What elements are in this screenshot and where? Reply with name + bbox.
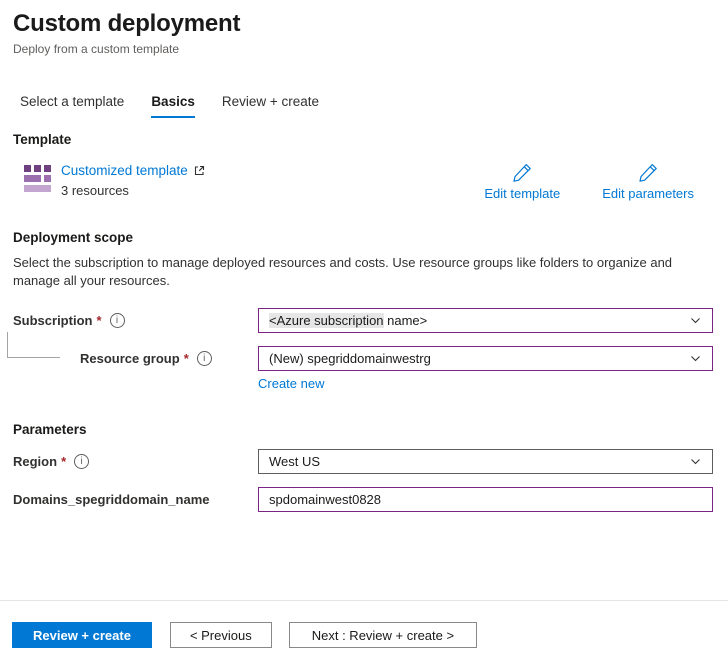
info-icon[interactable]: i: [110, 313, 125, 328]
next-button[interactable]: Next : Review + create >: [289, 622, 477, 648]
custom-deployment-page: Custom deployment Deploy from a custom t…: [0, 0, 728, 662]
resource-group-dropdown[interactable]: (New) spegriddomainwestrg: [258, 346, 713, 371]
edit-template-label: Edit template: [484, 186, 560, 201]
required-asterisk: *: [96, 313, 101, 328]
subscription-value-rest: name>: [384, 313, 428, 328]
footer-bar: Review + create < Previous Next : Review…: [0, 600, 728, 648]
chevron-down-icon: [689, 352, 702, 365]
info-icon[interactable]: i: [74, 454, 89, 469]
region-row: Region * i West US: [0, 449, 728, 474]
customized-template-link-label: Customized template: [61, 163, 188, 178]
subscription-value-highlighted: <Azure subscription: [269, 313, 384, 328]
resource-group-row: Resource group * i (New) spegriddomainwe…: [0, 346, 728, 371]
tab-select-a-template[interactable]: Select a template: [20, 94, 124, 118]
edit-parameters-button[interactable]: Edit parameters: [602, 162, 694, 201]
chevron-down-icon: [689, 455, 702, 468]
subscription-row: Subscription * i <Azure subscription nam…: [0, 308, 728, 333]
domain-name-label: Domains_spegriddomain_name: [13, 492, 210, 507]
review-create-button[interactable]: Review + create: [12, 622, 152, 648]
region-dropdown[interactable]: West US: [258, 449, 713, 474]
hierarchy-connector-line: [7, 332, 60, 358]
create-new-link[interactable]: Create new: [258, 376, 324, 391]
info-icon[interactable]: i: [197, 351, 212, 366]
domain-name-input[interactable]: spdomainwest0828: [258, 487, 713, 512]
resource-group-value: (New) spegriddomainwestrg: [269, 351, 431, 366]
domain-name-row: Domains_spegriddomain_name spdomainwest0…: [0, 487, 728, 512]
template-section-heading: Template: [13, 132, 728, 147]
template-icon: [24, 165, 51, 192]
template-resource-count: 3 resources: [61, 183, 206, 198]
tab-basics[interactable]: Basics: [151, 94, 195, 118]
tab-review-create[interactable]: Review + create: [222, 94, 319, 118]
subscription-label: Subscription: [13, 313, 92, 328]
external-link-icon: [193, 164, 206, 177]
pencil-icon: [637, 162, 659, 184]
required-asterisk: *: [184, 351, 189, 366]
page-subtitle: Deploy from a custom template: [13, 42, 728, 56]
resource-group-label: Resource group: [80, 351, 180, 366]
domain-name-value: spdomainwest0828: [269, 492, 381, 507]
deployment-scope-description: Select the subscription to manage deploy…: [13, 254, 681, 290]
template-summary-row: Customized template 3 resources Edit tem…: [0, 162, 728, 201]
region-label: Region: [13, 454, 57, 469]
page-title: Custom deployment: [13, 10, 728, 38]
parameters-heading: Parameters: [13, 422, 728, 437]
wizard-tabs: Select a template Basics Review + create: [20, 94, 728, 118]
deployment-scope-heading: Deployment scope: [13, 230, 728, 245]
required-asterisk: *: [61, 454, 66, 469]
subscription-dropdown[interactable]: <Azure subscription name>: [258, 308, 713, 333]
edit-template-button[interactable]: Edit template: [484, 162, 560, 201]
edit-parameters-label: Edit parameters: [602, 186, 694, 201]
chevron-down-icon: [689, 314, 702, 327]
customized-template-link[interactable]: Customized template: [61, 163, 206, 178]
previous-button[interactable]: < Previous: [170, 622, 272, 648]
pencil-icon: [511, 162, 533, 184]
region-value: West US: [269, 454, 320, 469]
